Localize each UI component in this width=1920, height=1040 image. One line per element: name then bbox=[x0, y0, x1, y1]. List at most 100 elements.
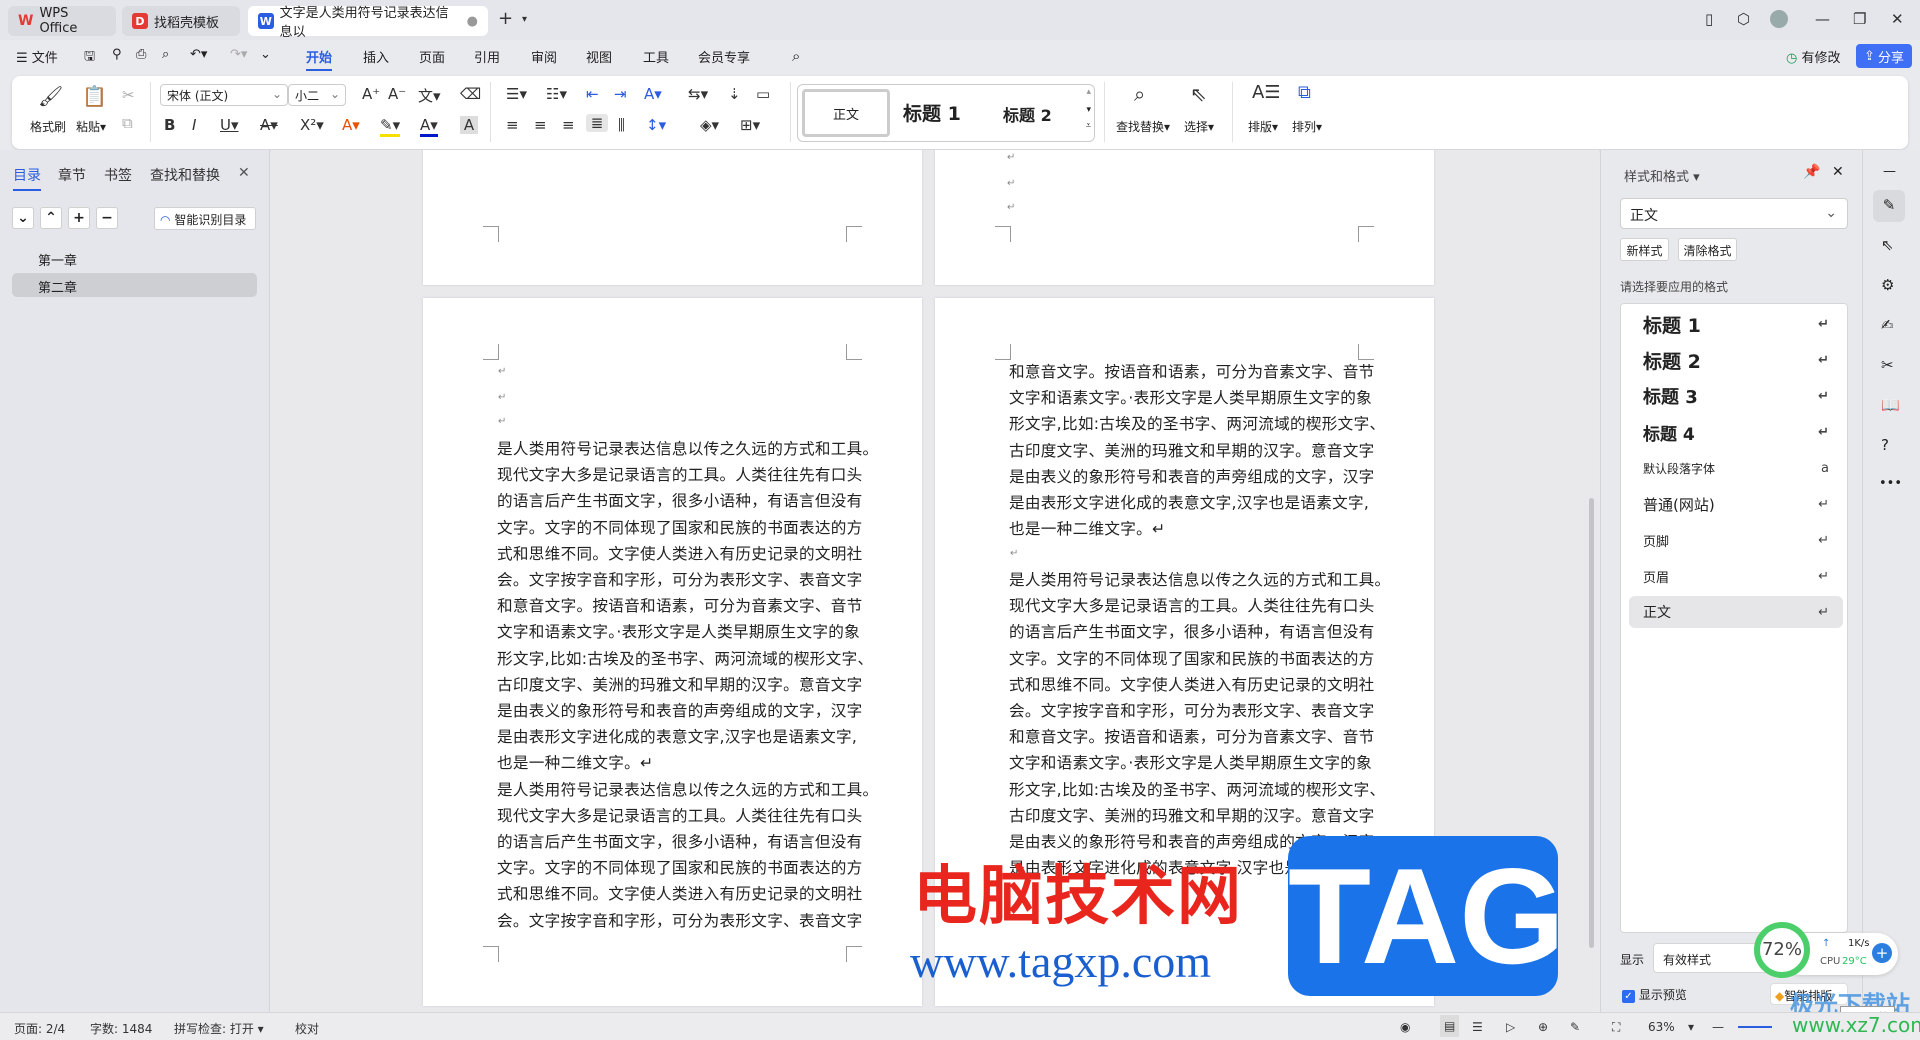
cut-icon[interactable]: ✂ bbox=[122, 86, 135, 104]
zoom-chevron-icon[interactable]: ▾ bbox=[1688, 1020, 1694, 1034]
copy-icon[interactable]: ⧉ bbox=[122, 114, 133, 132]
clear-format-button[interactable]: 清除格式 bbox=[1678, 238, 1737, 261]
link-icon[interactable]: ⚲ bbox=[112, 47, 122, 62]
style-heading-1[interactable]: 标题 1 ↵ bbox=[1629, 308, 1843, 340]
tab-find-replace[interactable]: 查找和替换 bbox=[150, 165, 220, 185]
play-icon[interactable]: ▷ bbox=[1506, 1020, 1515, 1034]
decrease-indent-icon[interactable]: ⇤ bbox=[586, 85, 599, 103]
style-heading-2[interactable]: 标题 2 ↵ bbox=[1629, 344, 1843, 376]
char-shading-icon[interactable]: A bbox=[460, 116, 478, 134]
adjust-icon[interactable]: ⚙ bbox=[1881, 276, 1894, 294]
toc-item-selected[interactable]: 第二章 bbox=[12, 273, 257, 297]
grow-font-icon[interactable]: A⁺ bbox=[362, 85, 380, 103]
help-icon[interactable]: ? bbox=[1881, 436, 1889, 454]
tab-wps-office[interactable]: W WPS Office bbox=[8, 6, 116, 36]
close-button[interactable]: ✕ bbox=[1891, 10, 1904, 28]
word-count[interactable]: 字数: 1484 bbox=[90, 1020, 152, 1037]
fit-screen-icon[interactable]: ⛶ bbox=[1612, 1020, 1620, 1035]
menu-home[interactable]: 开始 bbox=[306, 47, 333, 71]
highlight-icon[interactable]: ✎▾ bbox=[380, 116, 401, 137]
collapse-icon[interactable]: — bbox=[1883, 164, 1896, 179]
shrink-font-icon[interactable]: A⁻ bbox=[388, 85, 406, 103]
increase-indent-icon[interactable]: ⇥ bbox=[614, 85, 627, 103]
share-button[interactable]: ⇪ 分享 bbox=[1856, 44, 1912, 68]
page-view-icon[interactable]: ▤ bbox=[1440, 1015, 1460, 1037]
menu-tools[interactable]: 工具 bbox=[643, 47, 669, 66]
phonetic-icon[interactable]: 文▾ bbox=[418, 85, 441, 106]
eye-protect-icon[interactable]: ◉ bbox=[1400, 1020, 1410, 1034]
restore-button[interactable]: ❐ bbox=[1853, 10, 1866, 28]
search-icon[interactable]: ⌕ bbox=[792, 47, 800, 65]
arrange-button[interactable]: 排列▾ bbox=[1292, 118, 1322, 135]
scroll-down-icon[interactable]: ▾ bbox=[1086, 105, 1091, 115]
tab-bookmarks[interactable]: 书签 bbox=[104, 165, 132, 185]
menu-review[interactable]: 审阅 bbox=[531, 47, 557, 66]
align-center-icon[interactable]: ≡ bbox=[534, 116, 547, 134]
style-normal[interactable]: 正文 bbox=[802, 89, 890, 137]
ruler-icon[interactable]: ▭ bbox=[756, 85, 770, 103]
book-search-icon[interactable]: 📖 bbox=[1881, 396, 1900, 414]
print-icon[interactable]: ⎙ bbox=[136, 47, 146, 62]
border-icon[interactable]: ⊞▾ bbox=[740, 116, 760, 134]
menu-member[interactable]: 会员专享 bbox=[698, 47, 750, 66]
close-pane-icon[interactable]: ✕ bbox=[238, 165, 250, 181]
modified-indicator[interactable]: ◷ 有修改 bbox=[1786, 47, 1841, 66]
superscript-icon[interactable]: X²▾ bbox=[300, 116, 324, 134]
cube-icon[interactable]: ⬡ bbox=[1737, 10, 1750, 28]
align-right-icon[interactable]: ≡ bbox=[562, 116, 575, 134]
tab-document[interactable]: W 文字是人类用符号记录表达信息以 ● bbox=[248, 6, 488, 40]
underline-icon[interactable]: U▾ bbox=[220, 116, 239, 134]
zoom-slider[interactable] bbox=[1738, 1026, 1772, 1028]
style-normal-selected[interactable]: 正文 ↵ bbox=[1629, 596, 1843, 628]
menu-page[interactable]: 页面 bbox=[419, 47, 445, 66]
align-left-icon[interactable]: ≡ bbox=[506, 116, 519, 134]
web-view-icon[interactable]: ⊕ bbox=[1538, 1020, 1548, 1034]
style-heading-2[interactable]: 标题 2 bbox=[1003, 102, 1052, 126]
page-indicator[interactable]: 页面: 2/4 bbox=[14, 1020, 65, 1037]
justify-icon[interactable]: ≣ bbox=[586, 114, 608, 132]
style-header[interactable]: 页眉 ↵ bbox=[1629, 560, 1843, 592]
font-family-select[interactable]: 宋体 (正文) ⌄ bbox=[160, 84, 288, 106]
clear-format-icon[interactable]: ⌫ bbox=[460, 85, 481, 103]
collapse-button[interactable]: ⌄ bbox=[12, 207, 34, 229]
expand-button[interactable]: ⌃ bbox=[40, 207, 62, 229]
spell-check-toggle[interactable]: 拼写检查: 打开 ▾ bbox=[174, 1020, 264, 1037]
file-menu[interactable]: ☰ 文件 bbox=[16, 47, 58, 66]
format-painter-button[interactable]: 格式刷 bbox=[30, 118, 66, 135]
italic-icon[interactable]: I bbox=[192, 116, 196, 134]
expand-gallery-icon[interactable]: ⩡ bbox=[1086, 121, 1091, 131]
show-preview-checkbox[interactable]: ✓ 显示预览 bbox=[1622, 986, 1687, 1003]
strikethrough-icon[interactable]: A▾ bbox=[260, 116, 278, 134]
phone-icon[interactable]: ▯ bbox=[1705, 10, 1713, 28]
avatar[interactable] bbox=[1770, 10, 1788, 28]
more-icon[interactable]: ••• bbox=[1879, 476, 1902, 491]
select-cursor-icon[interactable]: ⇖ bbox=[1881, 236, 1894, 254]
smart-toc-button[interactable]: ◠ 智能识别目录 bbox=[154, 207, 256, 230]
tab-list-chevron-icon[interactable]: ▾ bbox=[522, 14, 527, 25]
paste-button[interactable]: 粘贴▾ bbox=[76, 118, 106, 135]
undo-icon[interactable]: ↶▾ bbox=[190, 47, 207, 62]
memory-gauge[interactable]: 72% bbox=[1754, 922, 1810, 978]
add-heading-button[interactable]: + bbox=[68, 207, 90, 229]
menu-insert[interactable]: 插入 bbox=[363, 47, 389, 66]
remove-heading-button[interactable]: − bbox=[96, 207, 118, 229]
line-spacing-icon[interactable]: ↕▾ bbox=[646, 116, 666, 134]
layout-button[interactable]: 排版▾ bbox=[1248, 118, 1278, 135]
style-heading-1[interactable]: 标题 1 bbox=[903, 99, 961, 126]
menu-view[interactable]: 视图 bbox=[586, 47, 612, 66]
new-style-button[interactable]: 新样式 bbox=[1620, 238, 1669, 261]
numbered-list-icon[interactable]: ☷▾ bbox=[546, 85, 567, 103]
tab-sections[interactable]: 章节 bbox=[58, 165, 86, 185]
sort-icon[interactable]: ⇣ bbox=[728, 85, 741, 103]
pen-icon[interactable]: ✎ bbox=[1570, 1020, 1580, 1034]
vertical-scrollbar[interactable] bbox=[1588, 158, 1596, 1004]
save-icon[interactable]: 🖫 bbox=[84, 47, 95, 69]
menu-references[interactable]: 引用 bbox=[474, 47, 500, 66]
font-color-icon[interactable]: A▾ bbox=[420, 116, 438, 137]
pin-icon[interactable]: 📌 bbox=[1803, 164, 1820, 180]
find-replace-button[interactable]: 查找替换▾ bbox=[1116, 118, 1170, 135]
toc-item[interactable]: 第一章 bbox=[12, 246, 257, 270]
bold-icon[interactable]: B bbox=[164, 116, 175, 134]
tab-docer[interactable]: D 找稻壳模板 bbox=[122, 6, 240, 36]
style-default-font[interactable]: 默认段落字体 a bbox=[1629, 452, 1843, 484]
